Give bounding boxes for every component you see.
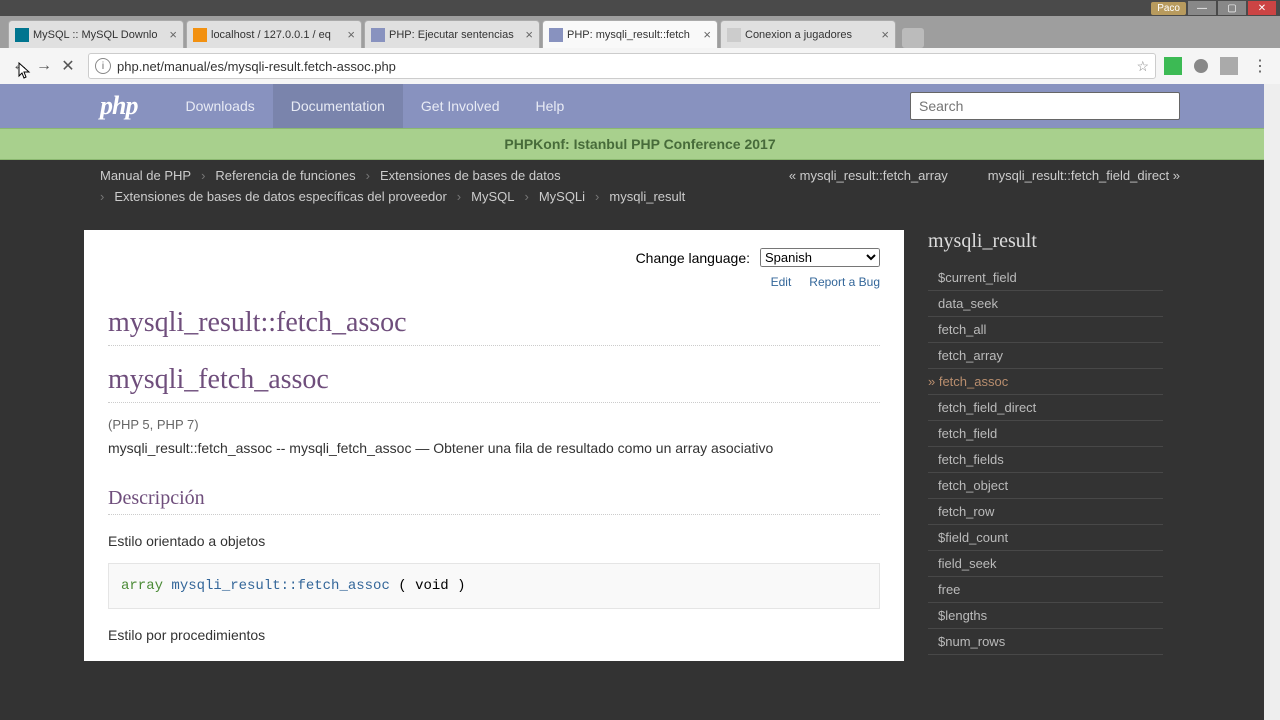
- language-select[interactable]: Spanish: [760, 248, 880, 267]
- banner-link[interactable]: PHPKonf: Istanbul PHP Conference 2017: [504, 136, 775, 152]
- tab-label: localhost / 127.0.0.1 / eq: [211, 29, 347, 41]
- page-icon: [727, 28, 741, 42]
- sidebar-item[interactable]: free: [928, 577, 1163, 603]
- edit-link[interactable]: Edit: [771, 275, 792, 289]
- site-header: php Downloads Documentation Get Involved…: [0, 84, 1280, 128]
- tab-label: MySQL :: MySQL Downlo: [33, 29, 169, 41]
- stop-button[interactable]: ✕: [56, 54, 80, 78]
- crumb-link[interactable]: Extensiones de bases de datos específica…: [114, 189, 446, 204]
- phpmyadmin-icon: [193, 28, 207, 42]
- new-tab-button[interactable]: [902, 28, 924, 48]
- main-nav: Downloads Documentation Get Involved Hel…: [167, 84, 582, 128]
- nav-downloads[interactable]: Downloads: [167, 84, 272, 128]
- page-title: mysqli_result::fetch_assoc: [108, 307, 880, 346]
- crumb-link[interactable]: MySQLi: [539, 189, 585, 204]
- nav-get-involved[interactable]: Get Involved: [403, 84, 518, 128]
- announcement-banner: PHPKonf: Istanbul PHP Conference 2017: [0, 128, 1280, 160]
- extension-icon[interactable]: [1164, 57, 1182, 75]
- sidebar-item[interactable]: $lengths: [928, 603, 1163, 629]
- sidebar-item[interactable]: fetch_fields: [928, 447, 1163, 473]
- page-title-alt: mysqli_fetch_assoc: [108, 364, 880, 403]
- extensions: ⋮: [1164, 54, 1272, 78]
- next-link[interactable]: mysqli_result::fetch_field_direct »: [988, 168, 1180, 183]
- address-bar: ← → ✕ i php.net/manual/es/mysqli-result.…: [0, 48, 1280, 84]
- tabs-bar: MySQL :: MySQL Downlo × localhost / 127.…: [0, 16, 1280, 48]
- tab-conexion[interactable]: Conexion a jugadores ×: [720, 20, 896, 48]
- sidebar: mysqli_result $current_fielddata_seekfet…: [928, 230, 1163, 661]
- extension-icon[interactable]: [1220, 57, 1238, 75]
- sidebar-list: $current_fielddata_seekfetch_allfetch_ar…: [928, 265, 1163, 655]
- language-label: Change language:: [636, 250, 750, 266]
- versions-text: (PHP 5, PHP 7): [108, 417, 880, 432]
- tab-mysql-downloads[interactable]: MySQL :: MySQL Downlo ×: [8, 20, 184, 48]
- tab-php-ejecutar[interactable]: PHP: Ejecutar sentencias ×: [364, 20, 540, 48]
- tab-label: Conexion a jugadores: [745, 29, 881, 41]
- params: ( void ): [390, 578, 466, 594]
- sidebar-item[interactable]: fetch_field: [928, 421, 1163, 447]
- close-icon[interactable]: ×: [881, 27, 889, 42]
- crumb-link[interactable]: mysqli_result: [609, 189, 685, 204]
- sidebar-item[interactable]: $num_rows: [928, 629, 1163, 655]
- sidebar-item[interactable]: fetch_assoc: [928, 369, 1163, 395]
- style-label: Estilo orientado a objetos: [108, 533, 880, 549]
- tab-php-mysqli-result[interactable]: PHP: mysqli_result::fetch ×: [542, 20, 718, 48]
- report-bug-link[interactable]: Report a Bug: [809, 275, 880, 289]
- minimize-button[interactable]: —: [1188, 1, 1216, 15]
- sidebar-item[interactable]: data_seek: [928, 291, 1163, 317]
- tab-localhost[interactable]: localhost / 127.0.0.1 / eq ×: [186, 20, 362, 48]
- back-button[interactable]: ←: [8, 54, 32, 78]
- crumb-link[interactable]: MySQL: [471, 189, 514, 204]
- main-content: Change language: Spanish Edit Report a B…: [84, 230, 904, 661]
- scrollbar[interactable]: [1264, 84, 1280, 720]
- tab-label: PHP: Ejecutar sentencias: [389, 29, 525, 41]
- crumb-link[interactable]: Manual de PHP: [100, 168, 191, 183]
- url-text: php.net/manual/es/mysqli-result.fetch-as…: [117, 59, 1136, 74]
- maximize-button[interactable]: ▢: [1218, 1, 1246, 15]
- breadcrumb: ›Extensiones de bases de datos específic…: [100, 189, 1180, 204]
- section-heading: Descripción: [108, 487, 880, 515]
- mysql-icon: [15, 28, 29, 42]
- tab-label: PHP: mysqli_result::fetch: [567, 29, 703, 41]
- sidebar-item[interactable]: fetch_field_direct: [928, 395, 1163, 421]
- site-info-icon[interactable]: i: [95, 58, 111, 74]
- page-content: php Downloads Documentation Get Involved…: [0, 84, 1280, 720]
- crumb-link[interactable]: Extensiones de bases de datos: [380, 168, 561, 183]
- crumb-link[interactable]: Referencia de funciones: [215, 168, 355, 183]
- return-type: array: [121, 578, 163, 594]
- close-icon[interactable]: ×: [525, 27, 533, 42]
- extension-icon[interactable]: [1192, 57, 1210, 75]
- method-synopsis: array mysqli_result::fetch_assoc ( void …: [108, 563, 880, 609]
- sidebar-heading[interactable]: mysqli_result: [928, 230, 1163, 253]
- bookmark-icon[interactable]: ☆: [1136, 58, 1149, 75]
- method-name[interactable]: mysqli_result::fetch_assoc: [171, 578, 389, 594]
- sidebar-item[interactable]: fetch_object: [928, 473, 1163, 499]
- nav-documentation[interactable]: Documentation: [273, 84, 403, 128]
- style-label: Estilo por procedimientos: [108, 627, 880, 643]
- close-icon[interactable]: ×: [703, 27, 711, 42]
- search-input[interactable]: [910, 92, 1180, 120]
- php-logo[interactable]: php: [100, 91, 137, 121]
- sidebar-item[interactable]: field_seek: [928, 551, 1163, 577]
- close-window-button[interactable]: ✕: [1248, 1, 1276, 15]
- close-icon[interactable]: ×: [347, 27, 355, 42]
- php-icon: [371, 28, 385, 42]
- forward-button[interactable]: →: [32, 54, 56, 78]
- user-badge: Paco: [1151, 2, 1186, 15]
- nav-help[interactable]: Help: [518, 84, 583, 128]
- breadcrumb-bar: Manual de PHP› Referencia de funciones› …: [0, 160, 1280, 212]
- window-titlebar: Paco — ▢ ✕: [0, 0, 1280, 16]
- sidebar-item[interactable]: fetch_array: [928, 343, 1163, 369]
- sidebar-item[interactable]: $current_field: [928, 265, 1163, 291]
- summary-text: mysqli_result::fetch_assoc -- mysqli_fet…: [108, 438, 880, 459]
- prev-link[interactable]: « mysqli_result::fetch_array: [789, 168, 948, 183]
- sidebar-item[interactable]: fetch_all: [928, 317, 1163, 343]
- menu-button[interactable]: ⋮: [1248, 54, 1272, 78]
- php-icon: [549, 28, 563, 42]
- url-input[interactable]: i php.net/manual/es/mysqli-result.fetch-…: [88, 53, 1156, 79]
- breadcrumb: Manual de PHP› Referencia de funciones› …: [100, 168, 789, 183]
- sidebar-item[interactable]: $field_count: [928, 525, 1163, 551]
- close-icon[interactable]: ×: [169, 27, 177, 42]
- sidebar-item[interactable]: fetch_row: [928, 499, 1163, 525]
